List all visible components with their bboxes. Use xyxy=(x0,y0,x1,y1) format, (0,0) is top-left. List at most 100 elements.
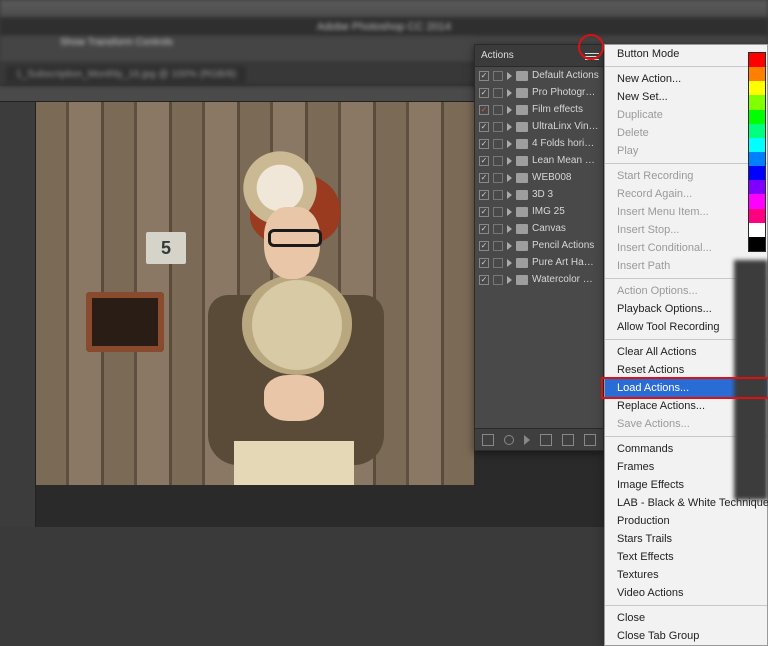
expand-icon[interactable] xyxy=(507,174,512,182)
expand-icon[interactable] xyxy=(507,242,512,250)
expand-icon[interactable] xyxy=(507,106,512,114)
menu-item-new-action[interactable]: New Action... xyxy=(605,70,767,88)
dialog-toggle[interactable] xyxy=(493,207,503,217)
expand-icon[interactable] xyxy=(507,72,512,80)
actions-list[interactable]: ✓ Default Actions ✓ Pro Photographer A... ✓ F… xyxy=(475,67,603,288)
expand-icon[interactable] xyxy=(507,123,512,131)
house-number-plate: 5 xyxy=(146,232,186,264)
action-set-row[interactable]: ✓WEB008 xyxy=(475,169,603,186)
dialog-toggle[interactable] xyxy=(493,71,503,81)
action-set-row[interactable]: ✓Canvas xyxy=(475,220,603,237)
dialog-toggle[interactable] xyxy=(493,122,503,132)
menu-item-button-mode[interactable]: Button Mode xyxy=(605,45,767,63)
document-tab[interactable]: 1_Subscription_Monthly_16.jpg @ 100% (RG… xyxy=(6,66,246,83)
dialog-toggle[interactable] xyxy=(493,190,503,200)
swatch[interactable] xyxy=(749,223,765,237)
expand-icon[interactable] xyxy=(507,157,512,165)
toggle-checkbox[interactable]: ✓ xyxy=(479,156,489,166)
dialog-toggle[interactable] xyxy=(493,241,503,251)
dialog-toggle[interactable] xyxy=(493,275,503,285)
stop-icon[interactable] xyxy=(482,434,494,446)
toggle-checkbox[interactable]: ✓ xyxy=(479,258,489,268)
action-set-row[interactable]: ✓3D 3 xyxy=(475,186,603,203)
swatch[interactable] xyxy=(749,138,765,152)
swatch[interactable] xyxy=(749,152,765,166)
toggle-checkbox[interactable]: ✓ xyxy=(479,241,489,251)
toggle-checkbox[interactable]: ✓ xyxy=(479,224,489,234)
menu-item-stars-trails[interactable]: Stars Trails xyxy=(605,530,767,548)
menu-item-production[interactable]: Production xyxy=(605,512,767,530)
action-set-row[interactable]: ✓Watercolor & Pencil xyxy=(475,271,603,288)
expand-icon[interactable] xyxy=(507,140,512,148)
swatch[interactable] xyxy=(749,209,765,223)
menu-item-record-again: Record Again... xyxy=(605,185,767,203)
swatch[interactable] xyxy=(749,166,765,180)
expand-icon[interactable] xyxy=(507,191,512,199)
record-icon[interactable] xyxy=(504,435,514,445)
toggle-checkbox[interactable]: ✓ xyxy=(479,275,489,285)
action-set-row[interactable]: ✓UltraLinx Vintage ... xyxy=(475,118,603,135)
expand-icon[interactable] xyxy=(507,276,512,284)
expand-icon[interactable] xyxy=(507,208,512,216)
new-action-icon[interactable] xyxy=(562,434,574,446)
menu-item-text-effects[interactable]: Text Effects xyxy=(605,548,767,566)
dialog-toggle[interactable] xyxy=(493,139,503,149)
swatch[interactable] xyxy=(749,180,765,194)
toggle-checkbox[interactable]: ✓ xyxy=(479,71,489,81)
expand-icon[interactable] xyxy=(507,259,512,267)
action-set-row[interactable]: ✓4 Folds horizontal v... xyxy=(475,135,603,152)
canvas[interactable]: 5 xyxy=(36,102,474,485)
dialog-toggle[interactable] xyxy=(493,173,503,183)
action-set-row[interactable]: ✓ Film effects xyxy=(475,101,603,118)
action-set-row[interactable]: ✓IMG 25 xyxy=(475,203,603,220)
toggle-checkbox[interactable]: ✓ xyxy=(479,105,489,115)
swatch[interactable] xyxy=(749,237,765,251)
action-set-row[interactable]: ✓ Default Actions xyxy=(475,67,603,84)
expand-icon[interactable] xyxy=(507,225,512,233)
toggle-checkbox[interactable]: ✓ xyxy=(479,122,489,132)
new-set-icon[interactable] xyxy=(540,434,552,446)
action-set-label: Film effects xyxy=(532,104,599,115)
toggle-checkbox[interactable]: ✓ xyxy=(479,139,489,149)
action-set-label: Default Actions xyxy=(532,70,599,81)
actions-panel-header[interactable]: Actions xyxy=(475,45,603,67)
actions-panel-footer[interactable] xyxy=(475,428,603,450)
collapsed-panels[interactable] xyxy=(734,260,768,500)
toggle-checkbox[interactable]: ✓ xyxy=(479,88,489,98)
dialog-toggle[interactable] xyxy=(493,258,503,268)
action-set-row[interactable]: ✓Pencil Actions xyxy=(475,237,603,254)
toggle-checkbox[interactable]: ✓ xyxy=(479,207,489,217)
folder-icon xyxy=(516,190,528,200)
swatch[interactable] xyxy=(749,81,765,95)
menu-item-textures[interactable]: Textures xyxy=(605,566,767,584)
swatch[interactable] xyxy=(749,194,765,208)
panel-menu-icon[interactable] xyxy=(585,49,599,63)
color-swatch-strip[interactable] xyxy=(748,52,766,252)
swatch[interactable] xyxy=(749,124,765,138)
dialog-toggle[interactable] xyxy=(493,105,503,115)
play-icon[interactable] xyxy=(524,435,530,445)
action-set-row[interactable]: ✓Pure Art Hand Draw... xyxy=(475,254,603,271)
swatch[interactable] xyxy=(749,95,765,109)
action-set-row[interactable]: ✓ Pro Photographer A... xyxy=(475,84,603,101)
dialog-toggle[interactable] xyxy=(493,156,503,166)
action-set-label: Pro Photographer A... xyxy=(532,87,599,98)
dialog-toggle[interactable] xyxy=(493,88,503,98)
folder-icon xyxy=(516,156,528,166)
swatch[interactable] xyxy=(749,110,765,124)
dialog-toggle[interactable] xyxy=(493,224,503,234)
menu-item-close[interactable]: Close xyxy=(605,609,767,627)
toggle-checkbox[interactable]: ✓ xyxy=(479,173,489,183)
swatch[interactable] xyxy=(749,53,765,67)
menu-item-close-tab-group[interactable]: Close Tab Group xyxy=(605,627,767,645)
swatch[interactable] xyxy=(749,67,765,81)
expand-icon[interactable] xyxy=(507,89,512,97)
tools-panel[interactable] xyxy=(0,102,36,527)
folder-icon xyxy=(516,241,528,251)
actions-panel[interactable]: Actions ✓ Default Actions ✓ Pro Photographe… xyxy=(474,44,604,451)
menu-item-new-set[interactable]: New Set... xyxy=(605,88,767,106)
trash-icon[interactable] xyxy=(584,434,596,446)
toggle-checkbox[interactable]: ✓ xyxy=(479,190,489,200)
action-set-row[interactable]: ✓Lean Mean Vintage ... xyxy=(475,152,603,169)
menu-item-video-actions[interactable]: Video Actions xyxy=(605,584,767,602)
